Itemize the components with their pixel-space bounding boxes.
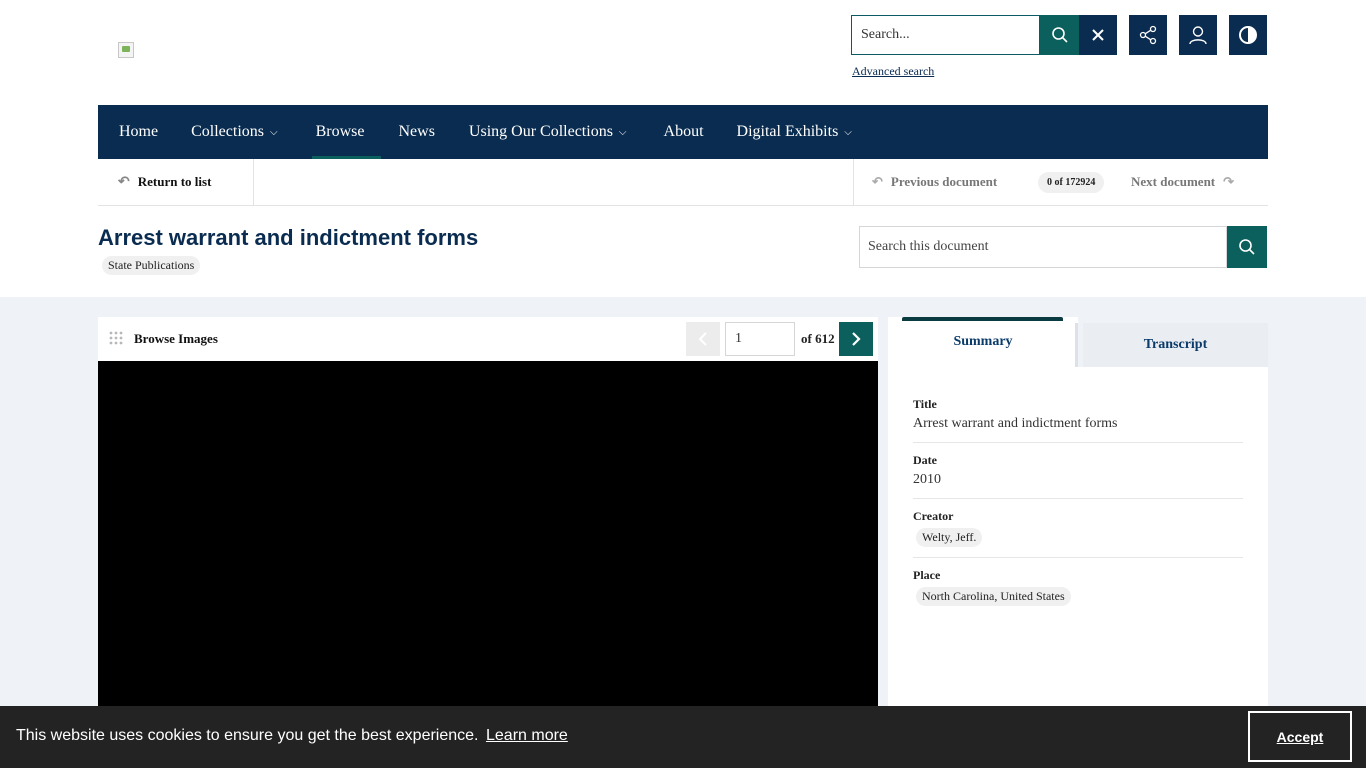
- previous-document-button[interactable]: ↶ Previous document: [872, 174, 997, 190]
- account-button[interactable]: [1179, 15, 1217, 55]
- chevron-left-icon: [698, 332, 707, 346]
- field-label: Title: [913, 397, 937, 411]
- nav-item-about[interactable]: About: [644, 105, 721, 159]
- share-button[interactable]: [1129, 15, 1167, 55]
- field-title: Title Arrest warrant and indictment form…: [913, 397, 1243, 443]
- nav-item-home[interactable]: Home: [98, 105, 175, 159]
- tab-transcript[interactable]: Transcript: [1083, 323, 1268, 367]
- nav-item-label: Browse: [315, 123, 365, 140]
- browse-images-label[interactable]: Browse Images: [134, 331, 218, 347]
- chevron-down-icon: ⌵: [618, 126, 627, 138]
- cookie-message: This website uses cookies to ensure you …: [16, 727, 479, 744]
- contrast-icon: [1239, 26, 1257, 44]
- advanced-search-link[interactable]: Advanced search: [852, 64, 934, 79]
- back-arrow-icon: ↶: [872, 174, 883, 189]
- chevron-right-icon: [852, 332, 861, 346]
- nav-item-label: News: [398, 123, 435, 140]
- tab-summary[interactable]: Summary: [888, 317, 1078, 367]
- nav-item-browse[interactable]: Browse: [295, 105, 382, 159]
- grid-dots-icon[interactable]: [109, 331, 123, 345]
- field-value: 2010: [913, 472, 941, 487]
- nav-item-digital-exhibits[interactable]: Digital Exhibits ⌵: [721, 105, 869, 159]
- page-number-input[interactable]: [725, 322, 795, 356]
- document-pager: ↶ Previous document 0 of 172924 Next docu…: [853, 159, 1268, 205]
- page-total-label: of 612: [801, 331, 835, 346]
- metadata-panel: Summary Transcript Title Arrest warrant …: [888, 317, 1268, 768]
- field-value: Arrest warrant and indictment forms: [913, 416, 1118, 431]
- field-label: Creator: [913, 509, 954, 523]
- field-creator: Creator Welty, Jeff.: [913, 509, 1243, 558]
- next-document-button[interactable]: Next document ↷: [1131, 174, 1234, 190]
- chevron-down-icon: ⌵: [844, 126, 852, 138]
- site-header: Advanced search: [0, 0, 1366, 105]
- field-date: Date 2010: [913, 453, 1243, 499]
- document-search-input[interactable]: [859, 226, 1227, 268]
- previous-page-button[interactable]: [686, 322, 720, 356]
- site-logo-broken-image-icon[interactable]: [118, 42, 134, 58]
- accept-cookies-button[interactable]: Accept: [1248, 711, 1352, 762]
- page-title: Arrest warrant and indictment forms: [98, 225, 479, 250]
- content-area: Browse Images of 612 Summary Transcript …: [0, 297, 1366, 768]
- document-count-badge: 0 of 172924: [1038, 172, 1105, 193]
- cookie-banner: This website uses cookies to ensure you …: [0, 706, 1366, 768]
- forward-arrow-icon: ↷: [1223, 174, 1235, 189]
- return-label: Return to list: [137, 174, 212, 189]
- nav-item-label: Collections: [191, 123, 264, 140]
- image-viewer: Browse Images of 612: [98, 317, 878, 768]
- nav-item-news[interactable]: News: [381, 105, 451, 159]
- field-label: Place: [913, 568, 941, 582]
- next-page-button[interactable]: [839, 322, 873, 356]
- document-search-button[interactable]: [1227, 226, 1267, 268]
- nav-item-label: Digital Exhibits: [736, 123, 839, 140]
- viewer-toolbar: Browse Images of 612: [98, 317, 878, 361]
- creator-tag[interactable]: Welty, Jeff.: [916, 528, 983, 547]
- clear-search-button[interactable]: [1079, 15, 1117, 55]
- nav-item-using-our-collections[interactable]: Using Our Collections ⌵: [452, 105, 644, 159]
- user-icon: [1189, 26, 1207, 45]
- reply-arrow-icon: ↶: [118, 174, 130, 190]
- chevron-down-icon: ⌵: [270, 126, 278, 138]
- learn-more-link[interactable]: Learn more: [486, 727, 568, 745]
- search-icon: [1239, 239, 1255, 255]
- document-toolbar: ↶ Return to list ↶ Previous document 0 of…: [98, 159, 1268, 206]
- field-label: Date: [913, 453, 937, 467]
- nav-item-label: Using Our Collections: [468, 123, 613, 140]
- share-icon: [1139, 25, 1157, 45]
- nav-item-label: About: [663, 123, 704, 140]
- panel-tabs: Summary Transcript: [888, 317, 1268, 367]
- search-icon: [1051, 27, 1068, 43]
- nav-item-collections[interactable]: Collections ⌵: [175, 105, 294, 159]
- collection-tag[interactable]: State Publications: [102, 256, 201, 275]
- site-search-input[interactable]: [851, 15, 1040, 55]
- search-button[interactable]: [1040, 15, 1079, 55]
- main-nav: Home Collections ⌵ Browse News Using Our …: [98, 105, 1268, 159]
- close-icon: [1092, 29, 1104, 41]
- nav-item-label: Home: [119, 123, 159, 140]
- place-tag[interactable]: North Carolina, United States: [916, 587, 1071, 606]
- field-place: Place North Carolina, United States: [913, 568, 1243, 610]
- return-to-list-button[interactable]: ↶ Return to list: [98, 159, 254, 205]
- next-label: Next document: [1131, 174, 1216, 189]
- contrast-toggle-button[interactable]: [1229, 15, 1267, 55]
- previous-label: Previous document: [890, 174, 998, 189]
